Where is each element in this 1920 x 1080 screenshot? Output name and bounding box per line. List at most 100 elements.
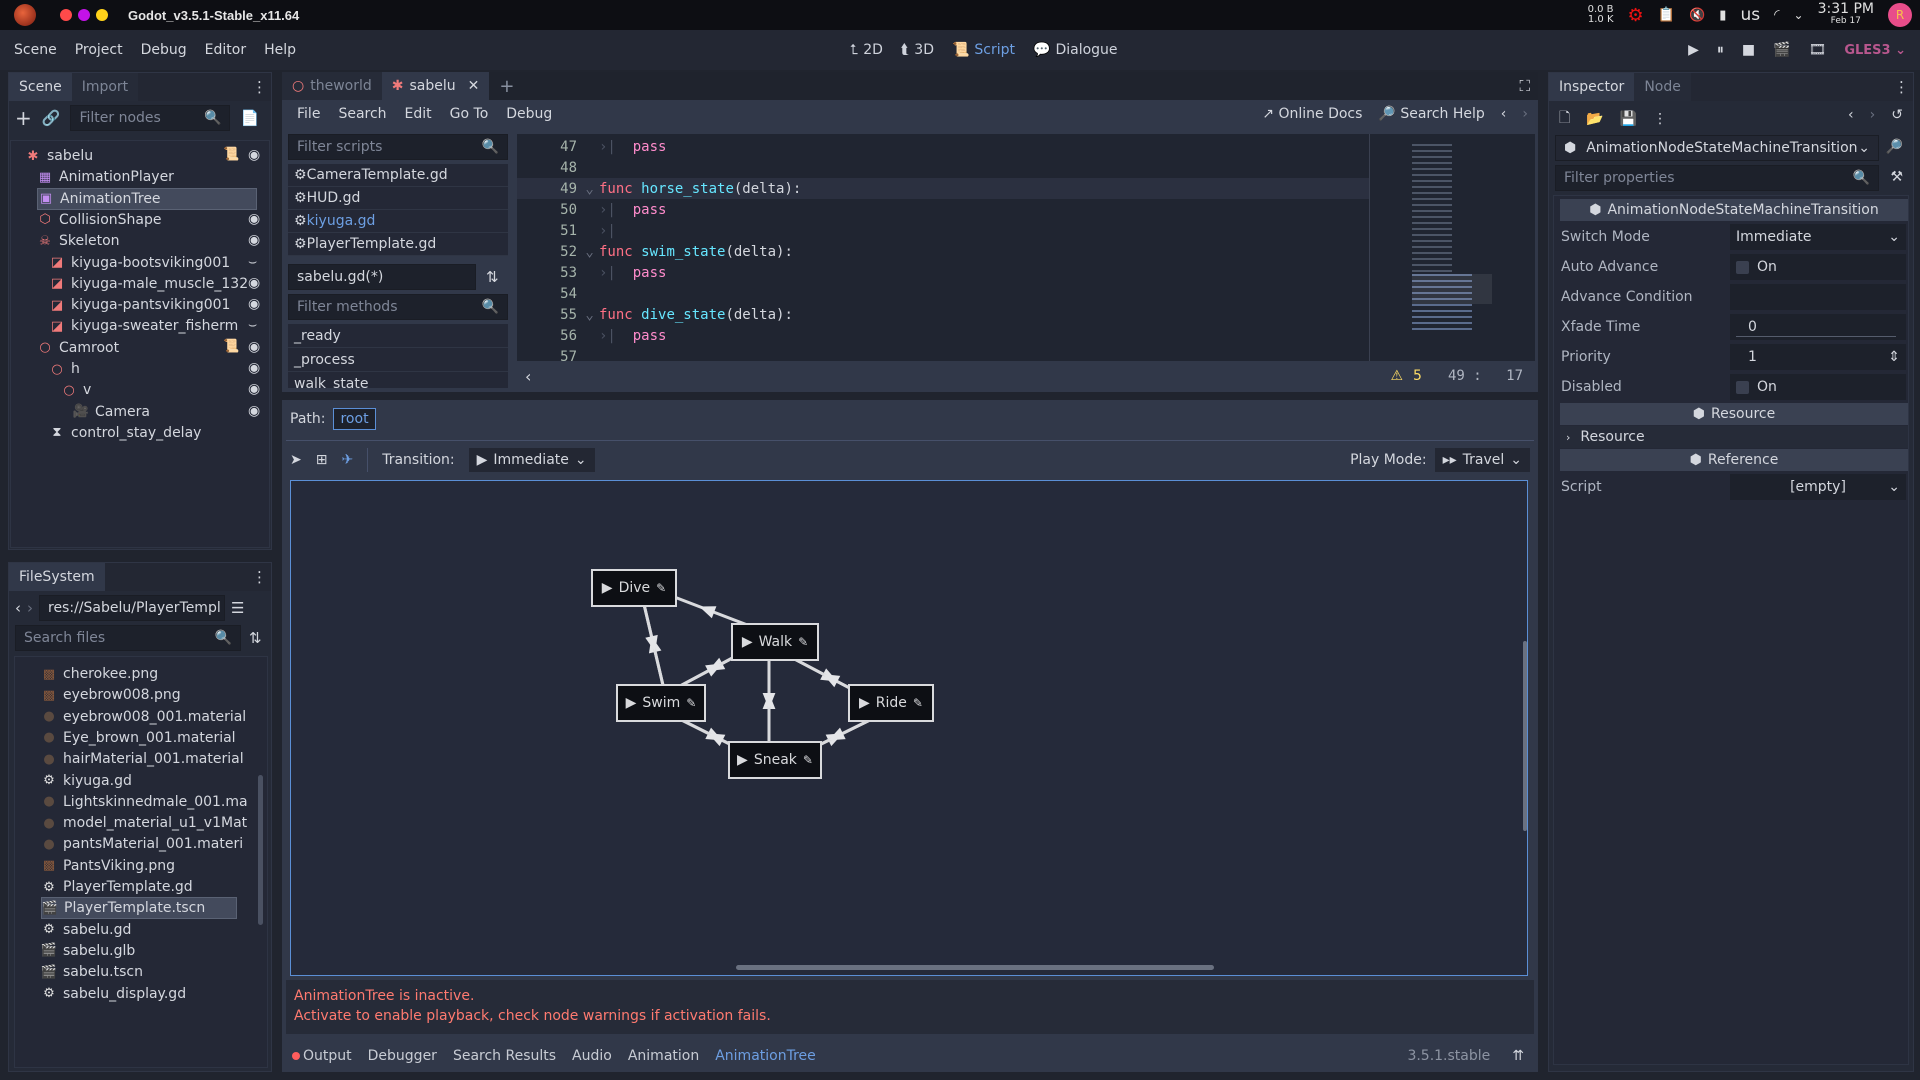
visibility-eye-icon[interactable]: ◉: [248, 339, 260, 355]
method-list-item[interactable]: _ready: [288, 324, 508, 348]
dock-menu-icon[interactable]: ⋮: [252, 563, 271, 591]
state-node-dive[interactable]: ▶ Dive ✎: [591, 569, 677, 607]
minimap[interactable]: [1412, 134, 1530, 361]
play-mode-select[interactable]: ▸▸ Travel ⌄: [1434, 448, 1530, 472]
edit-state-icon[interactable]: ✎: [913, 696, 923, 710]
minimize-window-button[interactable]: [78, 9, 90, 21]
visibility-hidden-icon[interactable]: ⌣: [248, 317, 257, 333]
link-icon[interactable]: 🔗: [42, 109, 61, 127]
new-resource-icon[interactable]: 🗋: [1559, 107, 1570, 131]
play-state-icon[interactable]: ▶: [742, 634, 753, 650]
state-node-walk[interactable]: ▶ Walk ✎: [731, 623, 819, 661]
online-docs-button[interactable]: ↗ Online Docs: [1262, 106, 1362, 122]
tree-node[interactable]: ▣ AnimationTree: [37, 187, 257, 210]
script-resource-picker[interactable]: [empty] ⌄: [1730, 474, 1906, 500]
tree-node[interactable]: ✱ sabelu: [25, 145, 94, 167]
state-node-swim[interactable]: ▶ Swim ✎: [616, 684, 706, 722]
chevron-down-icon[interactable]: ⌄: [1794, 8, 1804, 22]
menu-editor[interactable]: Editor: [196, 42, 255, 58]
disabled-checkbox[interactable]: On: [1730, 374, 1906, 400]
visibility-eye-icon[interactable]: ◉: [248, 381, 260, 397]
history-back-icon[interactable]: ‹: [1501, 106, 1507, 122]
tab-import[interactable]: Import: [71, 73, 139, 101]
mode-dialogue-button[interactable]: 💬 Dialogue: [1033, 42, 1118, 58]
file-item[interactable]: ▩ eyebrow008.png: [41, 684, 181, 706]
script-list-item[interactable]: ⚙ kiyuga.gd: [288, 210, 508, 233]
graph-v-scrollbar[interactable]: [1523, 641, 1527, 831]
dock-menu-icon[interactable]: ⋮: [1894, 73, 1913, 101]
file-list-scrollbar[interactable]: [258, 775, 263, 925]
more-options-icon[interactable]: ⋮: [1653, 111, 1667, 127]
filter-properties-input[interactable]: Filter properties 🔍: [1555, 165, 1879, 191]
script-menu-debug[interactable]: Debug: [497, 106, 561, 122]
tree-node[interactable]: ▦ AnimationPlayer: [37, 166, 174, 188]
script-menu-file[interactable]: File: [288, 106, 329, 122]
code-editor[interactable]: 47 ›| pass 48 49 ⌄ func horse_state (delta)…: [517, 134, 1535, 361]
script-menu-goto[interactable]: Go To: [441, 106, 498, 122]
file-item[interactable]: ⚙ PlayerTemplate.gd: [41, 876, 193, 898]
method-list-item[interactable]: _process: [288, 348, 508, 372]
transition-type-select[interactable]: ▶ Immediate ⌄: [468, 448, 595, 472]
visibility-eye-icon[interactable]: ◉: [248, 275, 260, 291]
select-tool-icon[interactable]: ➤: [290, 452, 302, 468]
script-list-item[interactable]: ⚙ CameraTemplate.gd: [288, 164, 508, 187]
mode-2d-button[interactable]: ⮤ 2D: [850, 42, 883, 58]
state-node-ride[interactable]: ▶ Ride ✎: [848, 684, 934, 722]
tree-node[interactable]: ◪ kiyuga-pantsviking001: [49, 294, 231, 316]
tree-node[interactable]: ○ h: [49, 358, 80, 380]
play-icon[interactable]: ▶: [1688, 42, 1699, 58]
file-item[interactable]: 🎬 sabelu.glb: [41, 940, 135, 962]
filter-methods-input[interactable]: Filter methods 🔍: [288, 294, 508, 320]
play-state-icon[interactable]: ▶: [737, 752, 748, 768]
forward-icon[interactable]: ›: [27, 599, 33, 617]
history-forward-icon[interactable]: ›: [1870, 107, 1876, 123]
bottom-tab-animationtree[interactable]: AnimationTree: [715, 1048, 816, 1064]
pause-icon[interactable]: ⏸: [1717, 42, 1724, 58]
history-forward-icon[interactable]: ›: [1522, 106, 1528, 122]
visibility-eye-icon[interactable]: ◉: [248, 403, 260, 419]
new-scene-tab-icon[interactable]: +: [489, 72, 524, 100]
file-item[interactable]: ▩ PantsViking.png: [41, 855, 175, 877]
spin-arrows-icon[interactable]: ⇕: [1888, 349, 1900, 365]
connect-tool-icon[interactable]: ✈: [341, 452, 353, 468]
file-item[interactable]: ● eyebrow008_001.material: [41, 706, 246, 728]
script-attached-icon[interactable]: 📜: [223, 147, 239, 162]
expand-bottom-panel-icon[interactable]: ⇈: [1512, 1048, 1524, 1064]
alert-gear-icon[interactable]: ⚙: [1628, 5, 1644, 26]
script-menu-edit[interactable]: Edit: [396, 106, 441, 122]
transition-arrow-icon[interactable]: [823, 674, 841, 688]
split-mode-icon[interactable]: ☰: [231, 599, 244, 617]
open-docs-icon[interactable]: 🔎: [1886, 139, 1903, 155]
file-item[interactable]: 🎬 PlayerTemplate.tscn: [41, 897, 237, 920]
tree-node[interactable]: ⧗ control_stay_delay: [49, 422, 201, 444]
script-list-item[interactable]: ⚙ PlayerTemplate.gd: [288, 233, 508, 256]
bottom-tab-search-results[interactable]: Search Results: [453, 1048, 556, 1064]
state-node-sneak[interactable]: ▶ Sneak ✎: [728, 741, 822, 779]
keyboard-layout[interactable]: us: [1740, 5, 1760, 25]
search-help-button[interactable]: 🔎 Search Help: [1378, 106, 1484, 122]
menu-help[interactable]: Help: [255, 42, 305, 58]
play-state-icon[interactable]: ▶: [859, 695, 870, 711]
file-item[interactable]: ● pantsMaterial_001.materi: [41, 833, 243, 855]
file-item[interactable]: ● Lightskinnedmale_001.ma: [41, 791, 247, 813]
fold-arrow-icon[interactable]: ⌄: [577, 307, 599, 323]
attach-script-icon[interactable]: 📄: [240, 109, 259, 127]
sort-icon[interactable]: ⇅: [249, 629, 262, 647]
bottom-tab-audio[interactable]: Audio: [572, 1048, 612, 1064]
wifi-icon[interactable]: ◜: [1774, 7, 1779, 23]
resource-group-toggle[interactable]: › Resource: [1560, 426, 1908, 448]
visibility-hidden-icon[interactable]: ⌣: [248, 254, 257, 270]
tree-node[interactable]: ○ Camroot: [37, 337, 119, 359]
file-item[interactable]: ⚙ sabelu.gd: [41, 919, 131, 941]
inspector-tools-icon[interactable]: ⚒: [1890, 169, 1903, 185]
back-icon[interactable]: ‹: [15, 599, 21, 617]
path-root-button[interactable]: root: [333, 408, 376, 430]
edit-state-icon[interactable]: ✎: [656, 581, 666, 595]
tree-node[interactable]: ⬡ CollisionShape: [37, 209, 161, 231]
tree-node[interactable]: ◪ kiyuga-bootsviking001: [49, 252, 230, 274]
menu-scene[interactable]: Scene: [5, 42, 66, 58]
add-node-icon[interactable]: +: [15, 106, 32, 130]
file-item[interactable]: 🎬 sabelu.tscn: [41, 961, 143, 983]
graph-h-scrollbar[interactable]: [736, 965, 1214, 970]
save-icon[interactable]: 💾: [1620, 111, 1637, 127]
